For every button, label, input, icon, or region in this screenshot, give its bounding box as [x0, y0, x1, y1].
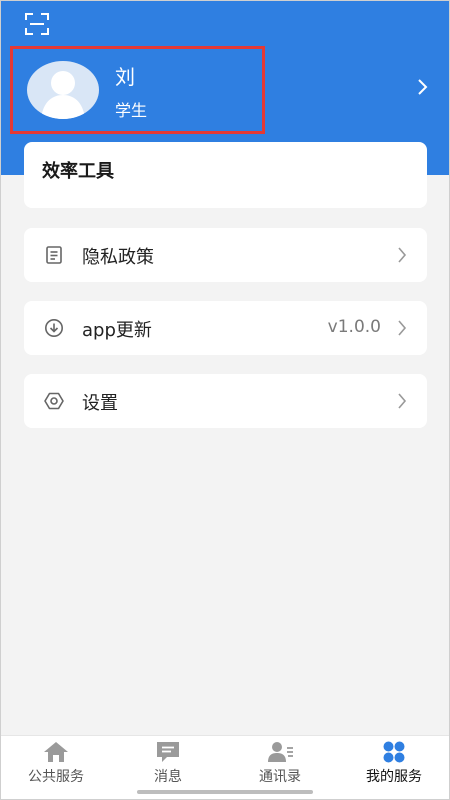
scan-icon[interactable]: [24, 12, 50, 36]
gear-icon: [44, 391, 64, 411]
user-name: 刘: [115, 65, 135, 89]
home-icon: [42, 740, 70, 764]
home-indicator[interactable]: [137, 790, 313, 794]
grid-icon: [380, 740, 408, 764]
efficiency-tools-card: 效率工具: [24, 142, 427, 208]
tab-label: 公共服务: [28, 769, 84, 785]
privacy-policy-row[interactable]: 隐私政策: [24, 228, 427, 282]
message-icon: [154, 740, 182, 764]
app-update-row[interactable]: app更新 v1.0.0: [24, 301, 427, 355]
app-update-label: app更新: [82, 320, 152, 341]
app-version: v1.0.0: [327, 317, 381, 337]
avatar: [27, 61, 99, 119]
chevron-right-icon: [397, 246, 407, 264]
chevron-right-icon[interactable]: [414, 78, 430, 96]
efficiency-tools-title: 效率工具: [42, 161, 114, 182]
document-icon: [44, 245, 64, 265]
privacy-policy-label: 隐私政策: [82, 247, 154, 268]
contacts-icon: [266, 740, 294, 764]
tab-public-services[interactable]: 公共服务: [0, 736, 112, 800]
tab-label: 消息: [154, 769, 182, 785]
user-profile-card[interactable]: 刘 学生: [10, 46, 265, 134]
download-icon: [44, 318, 64, 338]
user-role: 学生: [115, 101, 148, 120]
tab-label: 通讯录: [259, 769, 301, 785]
chevron-right-icon: [397, 319, 407, 337]
settings-label: 设置: [82, 393, 118, 414]
chevron-right-icon: [397, 392, 407, 410]
tab-label: 我的服务: [366, 769, 422, 785]
settings-row[interactable]: 设置: [24, 374, 427, 428]
tab-my-services[interactable]: 我的服务: [338, 736, 450, 800]
